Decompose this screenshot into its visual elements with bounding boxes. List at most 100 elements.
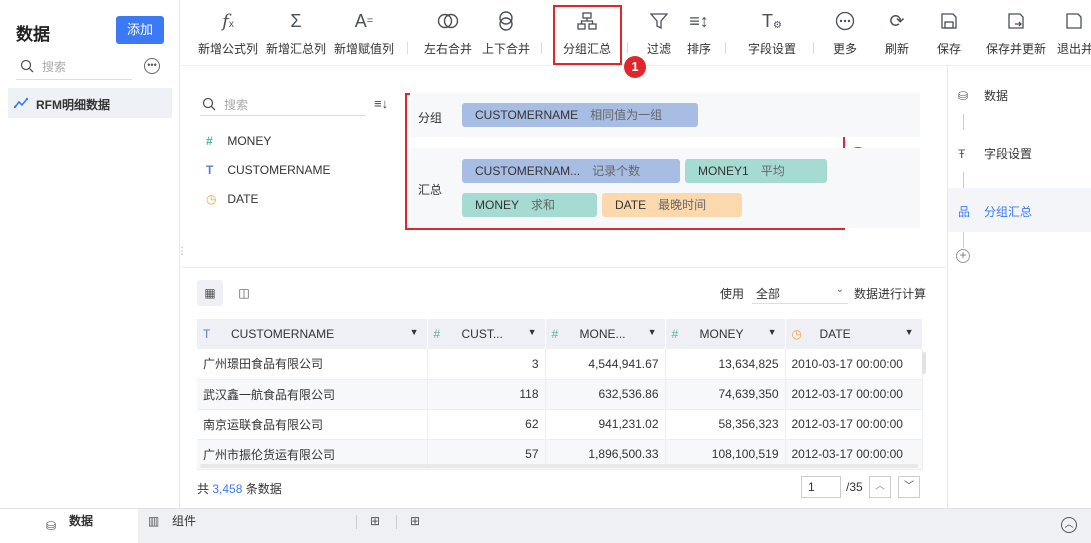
refresh-icon: ⟳: [889, 10, 905, 31]
toolbar-divider: [407, 42, 408, 54]
more-options-icon[interactable]: •••: [144, 58, 160, 74]
table-cell[interactable]: 2012-03-17 00:00:00: [785, 379, 923, 410]
add-data-button[interactable]: 添加: [116, 16, 164, 44]
add-step-icon[interactable]: +: [956, 249, 970, 263]
table-cell[interactable]: 62: [427, 409, 546, 440]
table-cell[interactable]: 941,231.02: [545, 409, 666, 440]
table-cell[interactable]: 南京运联食品有限公司: [197, 409, 428, 440]
caret-down-icon[interactable]: ▼: [410, 327, 419, 337]
resize-handle[interactable]: ⋮: [177, 246, 187, 257]
table-cell[interactable]: 2012-03-17 00:00:00: [785, 409, 923, 440]
field-search-input[interactable]: 搜索: [200, 92, 366, 116]
caret-down-icon[interactable]: ▼: [768, 327, 777, 337]
field-name: DATE: [227, 192, 259, 206]
tab-data[interactable]: ⛁ 数据: [0, 509, 138, 543]
filter-button[interactable]: 过滤: [641, 8, 677, 57]
table-cell[interactable]: 广州璟田食品有限公司: [197, 349, 428, 380]
table-cell[interactable]: 4,544,941.67: [545, 349, 666, 380]
step-label: 字段设置: [984, 147, 1033, 161]
table-cell[interactable]: 118: [427, 379, 546, 410]
number-type-icon: #: [671, 327, 679, 341]
add-chart-icon[interactable]: ⊞: [370, 509, 380, 543]
use-scope-select[interactable]: 全部 ⌄: [752, 280, 848, 304]
column-header[interactable]: ◷ DATE ▼: [785, 319, 923, 349]
page-input[interactable]: 1: [801, 476, 841, 498]
field-item[interactable]: ◷ DATE: [206, 192, 258, 206]
horizontal-scrollbar[interactable]: [200, 464, 918, 468]
toolbar-label: 新增赋值列: [333, 42, 394, 56]
table-cell[interactable]: 74,639,350: [665, 379, 786, 410]
more-button[interactable]: 更多: [827, 8, 863, 57]
table-cell[interactable]: 武汉鑫一航食品有限公司: [197, 379, 428, 410]
table-cell[interactable]: 632,536.86: [545, 379, 666, 410]
select-value: 全部: [756, 287, 781, 301]
bottom-bar: ⛁ 数据 ▥ 组件 ⊞ ⊞ ︿: [0, 508, 1091, 543]
summary-chip[interactable]: CUSTOMERNAM... 记录个数: [462, 159, 680, 183]
column-header[interactable]: T CUSTOMERNAME ▼: [197, 319, 428, 349]
column-header[interactable]: # MONEY ▼: [665, 319, 786, 349]
vertical-scrollbar[interactable]: [922, 352, 926, 374]
toolbar-divider: [813, 42, 814, 54]
tab-components[interactable]: ▥ 组件: [146, 509, 266, 543]
step-item-field-settings[interactable]: Ŧ 字段设置: [958, 145, 1032, 162]
prev-page-button[interactable]: ︿: [869, 476, 891, 498]
add-assign-column-button[interactable]: A = 新增赋值列: [331, 8, 397, 57]
chevron-down-icon: ⌄: [835, 284, 844, 295]
summary-chip[interactable]: MONEY 求和: [462, 193, 597, 217]
table-cell[interactable]: 2010-03-17 00:00:00: [785, 349, 923, 380]
group-chip[interactable]: CUSTOMERNAME 相同值为一组: [462, 103, 698, 127]
chip-method: 平均: [760, 164, 785, 178]
add-summary-column-button[interactable]: Σ 新增汇总列: [263, 8, 329, 57]
add-formula-column-button[interactable]: fx 新增公式列: [195, 8, 261, 57]
step-item-group-summary[interactable]: 品分组汇总: [958, 203, 1032, 220]
merge-lr-button[interactable]: 左右合并: [421, 8, 475, 57]
preview-table: T CUSTOMERNAME ▼ # CUST... ▼ # MONE... ▼ # MONE…: [197, 319, 923, 470]
search-icon: [20, 59, 34, 73]
step-label: 数据: [984, 89, 1009, 103]
column-header[interactable]: # MONE... ▼: [545, 319, 666, 349]
layout-view-icon[interactable]: ◫: [231, 280, 257, 306]
summary-chip[interactable]: DATE 最晚时间: [602, 193, 742, 217]
calc-label: 数据进行计算: [854, 287, 927, 301]
sort-button[interactable]: ≡↕ 排序: [681, 8, 717, 57]
table-cell[interactable]: 13,634,825: [665, 349, 786, 380]
toolbar-label: 过滤: [646, 42, 671, 56]
field-item[interactable]: # MONEY: [206, 134, 271, 148]
data-search-input[interactable]: 搜索: [16, 54, 132, 80]
step-item-data[interactable]: ⛁ 数据: [958, 87, 1008, 104]
table-row: 武汉鑫一航食品有限公司 118 632,536.86 74,639,350 20…: [197, 379, 923, 410]
save-button[interactable]: 保存: [931, 8, 967, 57]
merge-tb-button[interactable]: 上下合并: [479, 8, 533, 57]
toolbar-label: 字段设置: [747, 42, 796, 56]
merge-lr-icon: [421, 8, 475, 34]
data-list-item[interactable]: RFM明细数据: [8, 88, 172, 118]
table-cell[interactable]: 58,356,323: [665, 409, 786, 440]
total-suffix: 条数据: [245, 482, 282, 496]
field-settings-button[interactable]: T ⚙ 字段设置: [739, 8, 805, 57]
next-page-button[interactable]: ﹀: [898, 476, 920, 498]
collapse-icon[interactable]: ︿: [1061, 517, 1077, 533]
save-and-update-button[interactable]: 保存并更新: [983, 8, 1049, 57]
app-root: 数据 添加 搜索 ••• RFM明细数据 ⋮ fx 新增公式列 Σ 新增汇总列 …: [0, 0, 1091, 543]
table-cell[interactable]: 3: [427, 349, 546, 380]
caret-down-icon[interactable]: ▼: [648, 327, 657, 337]
refresh-button[interactable]: ⟳ 刷新: [879, 8, 915, 57]
number-type-icon: #: [551, 327, 559, 341]
tab-divider: [396, 515, 397, 529]
use-label: 使用: [720, 287, 745, 301]
grid-view-icon[interactable]: ▦: [197, 280, 223, 306]
toolbar-label: 退出并: [1057, 42, 1091, 56]
add-dashboard-icon[interactable]: ⊞: [410, 509, 420, 543]
caret-down-icon[interactable]: ▼: [528, 327, 537, 337]
field-sort-icon[interactable]: ≡↓: [374, 96, 388, 111]
field-item[interactable]: T CUSTOMERNAME: [206, 163, 330, 177]
exit-icon: [1057, 8, 1091, 34]
more-icon: [827, 8, 863, 34]
column-label: DATE: [819, 327, 851, 341]
toolbar-label: 新增公式列: [197, 42, 258, 56]
summary-chip[interactable]: MONEY1 平均: [685, 159, 827, 183]
caret-down-icon[interactable]: ▼: [905, 327, 914, 337]
column-header[interactable]: # CUST... ▼: [427, 319, 546, 349]
text-type-icon: T: [203, 327, 211, 341]
exit-button[interactable]: 退出并: [1057, 8, 1091, 57]
